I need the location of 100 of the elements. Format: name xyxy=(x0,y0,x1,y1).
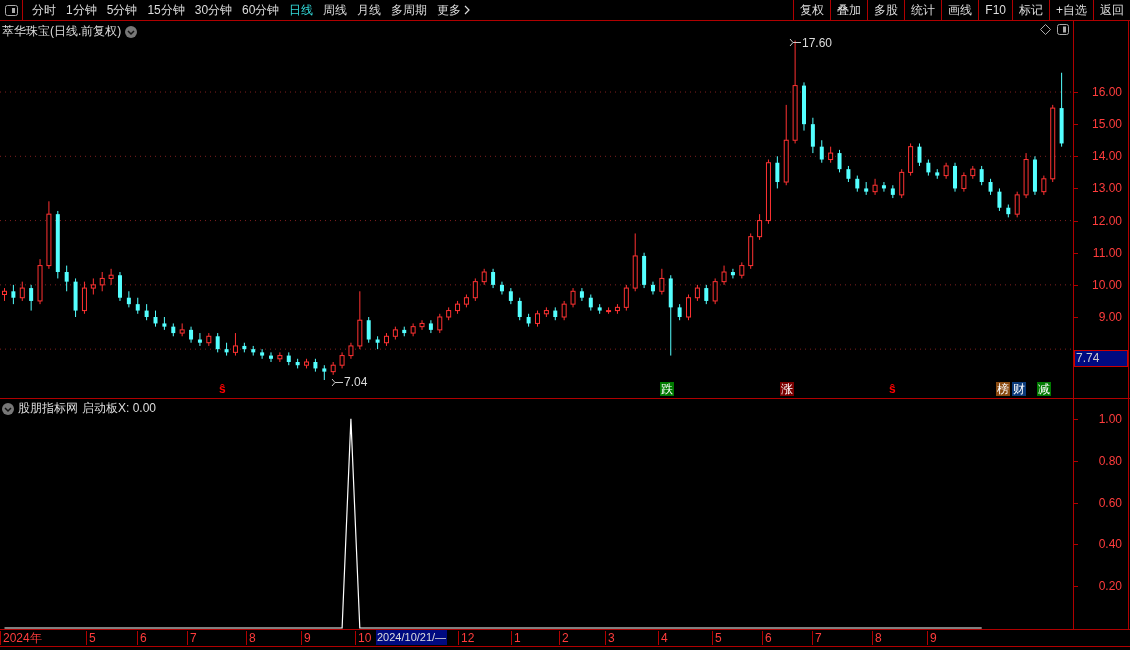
date-label: 4 xyxy=(658,631,668,645)
dropdown-icon[interactable] xyxy=(2,402,14,415)
candlestick xyxy=(819,139,824,164)
price-tick-label: 10.00 xyxy=(1091,277,1122,292)
indicator-tick-label: 0.20 xyxy=(1098,579,1122,594)
candlestick xyxy=(232,332,238,357)
candlestick xyxy=(570,287,576,308)
candlestick xyxy=(197,332,202,347)
signal-mark: ŝ xyxy=(218,382,227,396)
leader-arrow-icon xyxy=(789,38,801,48)
candlestick xyxy=(775,155,780,189)
candlestick xyxy=(979,165,984,186)
candlestick xyxy=(686,294,692,321)
date-label: 7 xyxy=(812,631,822,645)
period-tab[interactable]: 月线 xyxy=(352,0,387,20)
candlestick xyxy=(721,265,727,286)
candlestick xyxy=(11,284,16,305)
event-tag[interactable]: 财 xyxy=(1012,382,1026,396)
diamond-icon[interactable] xyxy=(1040,24,1051,35)
candlestick xyxy=(428,319,433,334)
high-price-label: 17.60 xyxy=(802,35,833,50)
current-price-label: 7.74 xyxy=(1074,349,1128,367)
chevron-right-icon xyxy=(464,5,471,15)
date-label: 9 xyxy=(927,631,937,645)
date-label: 5 xyxy=(86,631,96,645)
price-tick-label: 11.00 xyxy=(1092,245,1122,260)
price-tick-label: 16.00 xyxy=(1091,85,1122,99)
period-tab[interactable]: 5分钟 xyxy=(101,0,143,20)
candlestick xyxy=(810,117,815,154)
toolbar-button[interactable]: 多股 xyxy=(867,0,905,20)
panel-toggle-icon[interactable] xyxy=(1057,24,1069,35)
candlestick xyxy=(277,351,283,363)
event-tag[interactable]: 跌 xyxy=(660,382,674,396)
stock-title: 萃华珠宝(日线.前复权) xyxy=(2,23,122,40)
period-tab[interactable]: 日线 xyxy=(284,0,319,20)
toolbar-button[interactable]: 标记 xyxy=(1012,0,1049,20)
price-tick-label: 13.00 xyxy=(1091,181,1122,196)
candlestick xyxy=(215,332,220,353)
candlestick xyxy=(1014,191,1020,218)
candlestick xyxy=(517,297,522,321)
candlestick xyxy=(472,277,478,302)
toolbar-button[interactable]: 叠加 xyxy=(830,0,868,20)
candlestick xyxy=(623,284,629,312)
price-tick-label: 12.00 xyxy=(1091,213,1122,228)
candlestick xyxy=(64,265,69,292)
date-label: 10 xyxy=(355,631,372,645)
period-tab[interactable]: 30分钟 xyxy=(189,0,238,20)
candlestick xyxy=(108,268,114,286)
date-label: 2024年 xyxy=(0,631,42,645)
toolbar-button[interactable]: 返回 xyxy=(1093,0,1130,20)
candlestick xyxy=(659,268,665,296)
candlestick xyxy=(997,187,1002,212)
panel-toggle-icon[interactable] xyxy=(4,4,18,16)
period-tab[interactable]: 60分钟 xyxy=(237,0,285,20)
candlestick xyxy=(437,313,443,334)
candlestick xyxy=(650,281,655,296)
candlestick xyxy=(491,268,496,289)
candlestick xyxy=(561,300,567,321)
candlestick xyxy=(917,142,922,167)
candlestick xyxy=(366,316,371,344)
indicator-name: 股朋指标网 xyxy=(18,400,78,417)
date-label: 5 xyxy=(712,631,722,645)
toolbar-button[interactable]: 画线 xyxy=(941,0,979,20)
period-tab[interactable]: 分时 xyxy=(27,0,61,20)
period-tab[interactable]: 周线 xyxy=(318,0,353,20)
candlestick xyxy=(419,319,425,331)
indicator-tick-label: 0.60 xyxy=(1098,495,1122,510)
candlestick xyxy=(260,348,265,360)
date-label: 2 xyxy=(559,631,569,645)
period-tab[interactable]: 更多 xyxy=(432,0,476,20)
indicator-tick-label: 0.80 xyxy=(1098,453,1122,468)
candlestick xyxy=(499,281,504,296)
low-price-label: 7.04 xyxy=(344,375,368,389)
period-tab[interactable]: 多周期 xyxy=(386,0,433,20)
candlestick xyxy=(757,213,763,241)
toolbar-button[interactable]: 统计 xyxy=(904,0,942,20)
toolbar-button[interactable]: F10 xyxy=(978,0,1012,20)
candlestick xyxy=(899,168,905,199)
candlestick xyxy=(712,277,718,305)
date-label: 12 xyxy=(458,631,475,645)
candlestick xyxy=(269,351,273,363)
dropdown-icon[interactable] xyxy=(125,25,138,38)
date-label: 8 xyxy=(872,631,882,645)
date-label: 3 xyxy=(605,631,615,645)
candlestick xyxy=(117,271,122,302)
date-label: 8 xyxy=(246,631,256,645)
event-tag[interactable]: 减 xyxy=(1037,382,1051,396)
toolbar-button[interactable]: 复权 xyxy=(793,0,831,20)
date-label: 9 xyxy=(301,631,311,645)
event-tag[interactable]: 榜 xyxy=(996,382,1010,396)
candlestick xyxy=(126,290,131,308)
toolbar-button[interactable]: +自选 xyxy=(1049,0,1093,20)
event-tag[interactable]: 涨 xyxy=(780,382,794,396)
period-tab[interactable]: 1分钟 xyxy=(61,0,102,20)
candlestick xyxy=(961,171,967,193)
period-tab[interactable]: 15分钟 xyxy=(142,0,190,20)
candlestick xyxy=(837,149,842,173)
candlestick xyxy=(99,271,105,292)
date-label: 6 xyxy=(137,631,147,645)
price-tick-label: 9.00 xyxy=(1098,310,1122,324)
